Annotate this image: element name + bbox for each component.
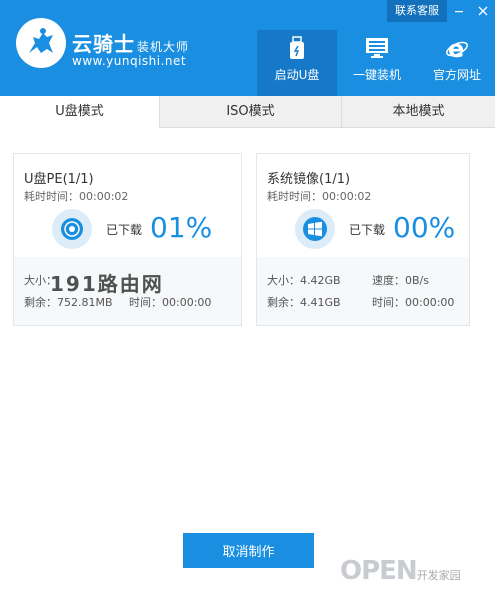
card-title: U盘PE(1/1) (24, 172, 94, 187)
tab-local-mode[interactable]: 本地模式 (342, 96, 495, 128)
mode-tabs: U盘模式 ISO模式 本地模式 (0, 96, 495, 128)
speed-text: 速度：0B/s (372, 274, 429, 287)
window-controls: 联系客服 (387, 0, 495, 22)
contact-service-button[interactable]: 联系客服 (387, 0, 447, 22)
brand-url: www.yunqishi.net (72, 54, 187, 68)
elapsed-time: 耗时时间：00:00:02 (24, 190, 129, 203)
tab-iso-mode[interactable]: ISO模式 (160, 96, 342, 128)
nav-label: 官方网址 (432, 68, 481, 82)
elapsed-time: 耗时时间：00:00:02 (267, 190, 372, 203)
watermark-open-sub: 开发家园 (416, 569, 461, 582)
knight-logo-icon (16, 18, 66, 68)
remaining-text: 剩余：4.41GB (267, 296, 341, 309)
ie-browser-icon: e (445, 36, 469, 60)
watermark-191: 191路由网 (50, 272, 164, 296)
tab-usb-mode[interactable]: U盘模式 (0, 96, 160, 128)
downloaded-label: 已下载 (349, 223, 386, 237)
app-window: 云骑士 装机大师 www.yunqishi.net 联系客服 启动U盘 一键装机… (0, 0, 495, 592)
header: 云骑士 装机大师 www.yunqishi.net 联系客服 启动U盘 一键装机… (0, 0, 495, 96)
nav-label: 一键装机 (352, 68, 401, 82)
watermark-open: OPEN开发家园 (340, 556, 461, 586)
nav-label: 启动U盘 (274, 68, 320, 82)
download-percent: 01% (150, 211, 213, 244)
brand-sub: 装机大师 (137, 40, 190, 54)
logo: 云骑士 装机大师 www.yunqishi.net (16, 16, 206, 74)
card-title: 系统镜像(1/1) (267, 172, 351, 187)
download-card-pe: U盘PE(1/1) 耗时时间：00:00:02 已下载 01% 大小： 剩余：7… (13, 153, 242, 326)
downloaded-label: 已下载 (106, 223, 143, 237)
download-card-system-image: 系统镜像(1/1) 耗时时间：00:00:02 已下载 00% 大小：4.42G… (256, 153, 470, 326)
close-icon (478, 6, 488, 16)
disc-icon (52, 209, 92, 249)
size-text: 大小：4.42GB (267, 274, 341, 287)
minimize-icon (455, 11, 463, 13)
windows-icon (295, 209, 335, 249)
cancel-make-button[interactable]: 取消制作 (183, 533, 314, 568)
nav-one-click-install[interactable]: 一键装机 (337, 30, 417, 96)
nav-official-site[interactable]: e 官方网址 (417, 30, 495, 96)
download-percent: 00% (393, 211, 456, 244)
download-info: 大小：4.42GB 速度：0B/s 剩余：4.41GB 时间：00:00:00 (257, 257, 469, 325)
nav-boot-usb[interactable]: 启动U盘 (257, 30, 337, 96)
top-nav: 启动U盘 一键装机 e 官方网址 (257, 30, 495, 96)
time-text: 时间：00:00:00 (372, 296, 455, 309)
monitor-icon (365, 36, 389, 60)
brand-name: 云骑士 装机大师 (72, 32, 190, 56)
minimize-button[interactable] (447, 0, 471, 22)
watermark-open-text: OPEN (340, 556, 418, 586)
close-button[interactable] (471, 0, 495, 22)
usb-drive-icon (285, 36, 309, 60)
